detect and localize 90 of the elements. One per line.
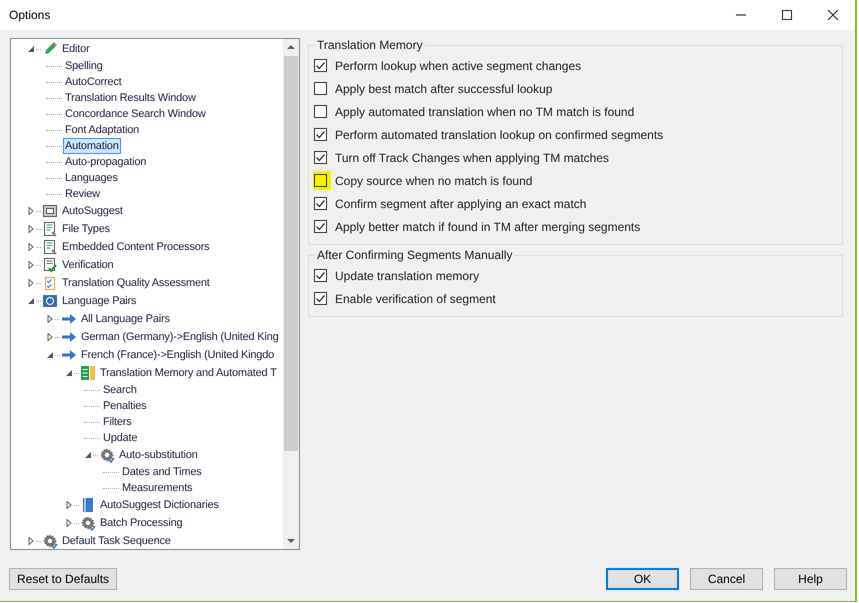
tree-item[interactable]: All Language Pairs xyxy=(79,311,172,327)
tree-item[interactable]: Translation Results Window xyxy=(63,90,198,106)
tree-item[interactable]: Dates and Times xyxy=(120,464,204,480)
option-label: Apply automated translation when no TM match is found xyxy=(335,104,634,118)
tree-item[interactable]: Filters xyxy=(101,414,134,430)
expand-icon[interactable] xyxy=(46,315,54,323)
tree-item[interactable]: Auto-propagation xyxy=(63,154,148,170)
option-label: Apply best match after successful lookup xyxy=(335,82,552,96)
globe-card-icon xyxy=(42,293,58,309)
arrow-icon xyxy=(61,311,77,327)
checkbox[interactable] xyxy=(314,151,327,164)
book-icon xyxy=(80,497,96,513)
option-label: Apply better match if found in TM after merging segments xyxy=(335,220,640,234)
option-label: Update translation memory xyxy=(335,268,480,282)
scroll-thumb[interactable] xyxy=(284,56,298,451)
tree-item[interactable]: Font Adaptation xyxy=(63,122,142,138)
tree-item[interactable]: Verification xyxy=(60,257,116,273)
option-label: Confirm segment after applying an exact match xyxy=(335,196,586,210)
checkbox[interactable] xyxy=(314,105,327,118)
document-icon xyxy=(42,221,58,237)
tree-item[interactable]: Editor xyxy=(60,41,92,57)
expand-icon[interactable] xyxy=(27,243,35,251)
keyboard-key-icon xyxy=(42,203,58,219)
option-label: Turn off Track Changes when applying TM matches xyxy=(335,150,609,164)
checkbox[interactable] xyxy=(314,128,327,141)
option-label: Copy source when no match is found xyxy=(335,174,532,188)
expand-icon[interactable] xyxy=(27,207,35,215)
collapse-icon[interactable] xyxy=(84,451,92,459)
tree-item[interactable]: German (Germany)->English (United King xyxy=(79,329,281,345)
window-title: Options xyxy=(9,8,50,22)
tree-item[interactable]: Auto-substitution xyxy=(117,447,200,463)
maximize-icon[interactable] xyxy=(781,9,793,21)
tree-item[interactable]: Update xyxy=(101,430,140,446)
tree-item[interactable]: Language Pairs xyxy=(60,293,138,309)
checkbox[interactable] xyxy=(314,59,327,72)
tree-item[interactable]: AutoCorrect xyxy=(63,74,124,90)
option-label: Enable verification of segment xyxy=(335,292,496,306)
expand-icon[interactable] xyxy=(46,333,54,341)
ok-button[interactable]: OK xyxy=(606,568,679,590)
reset-button[interactable]: Reset to Defaults xyxy=(9,568,118,590)
gear-icon xyxy=(99,447,115,463)
expand-icon[interactable] xyxy=(65,501,73,509)
expand-icon[interactable] xyxy=(27,225,35,233)
group-title: After Confirming Segments Manually xyxy=(316,248,514,262)
tree-item[interactable]: AutoSuggest Dictionaries xyxy=(98,497,221,513)
clipboard-icon xyxy=(42,275,58,291)
checkbox[interactable] xyxy=(314,269,327,282)
tree-item[interactable]: Translation Quality Assessment xyxy=(60,275,212,291)
tree-item[interactable]: Default Task Sequence xyxy=(60,533,173,549)
checkbox[interactable] xyxy=(314,197,327,210)
tree-item[interactable]: Measurements xyxy=(120,480,194,496)
option-label: Perform automated translation lookup on confirmed segments xyxy=(335,128,664,142)
checkbox[interactable] xyxy=(314,174,327,187)
checked-document-icon xyxy=(42,257,58,273)
option-label: Perform lookup when active segment changes xyxy=(335,58,582,72)
tree-item[interactable]: Languages xyxy=(63,170,120,186)
pencil-icon xyxy=(42,41,58,57)
tree-item[interactable]: Automation xyxy=(63,138,121,154)
tree-item[interactable]: Penalties xyxy=(101,398,148,414)
tree-item[interactable]: Spelling xyxy=(63,58,105,74)
tree-item[interactable]: File Types xyxy=(60,221,112,237)
checkbox[interactable] xyxy=(314,292,327,305)
expand-icon[interactable] xyxy=(27,279,35,287)
collapse-icon[interactable] xyxy=(46,351,54,359)
tree-item[interactable]: Review xyxy=(63,186,102,202)
document-icon xyxy=(42,239,58,255)
collapse-icon[interactable] xyxy=(27,45,35,53)
dialog-button[interactable]: Help xyxy=(774,568,847,590)
checkbox[interactable] xyxy=(314,220,327,233)
tree-item[interactable]: Translation Memory and Automated T xyxy=(98,365,279,381)
arrow-icon xyxy=(61,329,77,345)
expand-icon[interactable] xyxy=(27,537,35,545)
expand-icon[interactable] xyxy=(27,261,35,269)
collapse-icon[interactable] xyxy=(27,297,35,305)
database-icon xyxy=(80,365,96,381)
expand-icon[interactable] xyxy=(65,519,73,527)
arrow-icon xyxy=(61,347,77,363)
dialog-button[interactable]: Cancel xyxy=(690,568,763,590)
tree-item[interactable]: French (France)->English (United Kingdo xyxy=(79,347,276,363)
tree-item[interactable]: Search xyxy=(101,382,139,398)
tree-item[interactable]: AutoSuggest xyxy=(60,203,125,219)
tree-item[interactable]: Concordance Search Window xyxy=(63,106,208,122)
scrollbar[interactable] xyxy=(283,39,299,549)
tree-item[interactable]: Batch Processing xyxy=(98,515,184,531)
group-title: Translation Memory xyxy=(316,38,424,52)
checkbox[interactable] xyxy=(314,82,327,95)
close-icon[interactable] xyxy=(827,9,839,21)
gear-icon xyxy=(80,515,96,531)
collapse-icon[interactable] xyxy=(65,369,73,377)
tree-item[interactable]: Embedded Content Processors xyxy=(60,239,212,255)
